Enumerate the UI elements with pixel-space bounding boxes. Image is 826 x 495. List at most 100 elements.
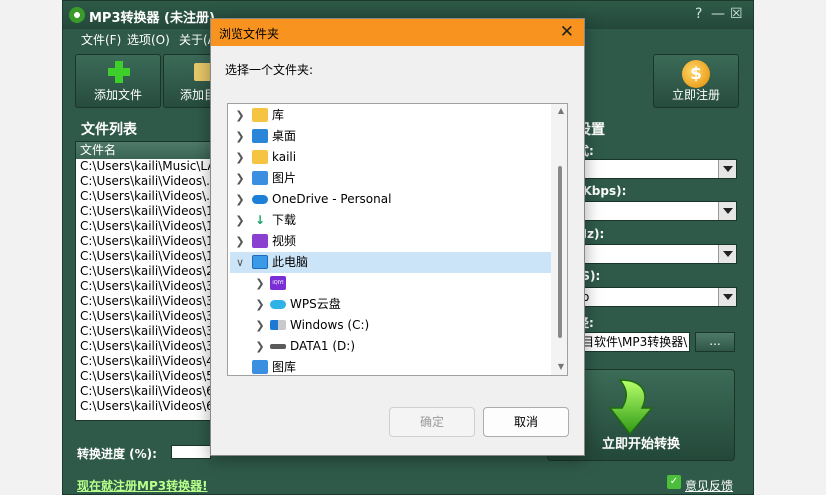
close-icon[interactable]: ✕ xyxy=(560,22,574,42)
file-list-item[interactable]: C:\Users\kaili\Videos\12. xyxy=(76,234,224,249)
videos-icon xyxy=(252,234,268,248)
add-file-button[interactable]: 添加文件 xyxy=(75,54,161,108)
file-list-item[interactable]: C:\Users\kaili\Videos\13. xyxy=(76,249,224,264)
tree-item-label: kaili xyxy=(272,150,297,164)
chevron-right-icon[interactable]: ❯ xyxy=(254,294,266,315)
file-list-item[interactable]: C:\Users\kaili\Videos\.__ xyxy=(76,189,224,204)
file-list-item[interactable]: C:\Users\kaili\Videos\357 xyxy=(76,324,224,339)
file-list-item[interactable]: C:\Users\kaili\Videos\357 xyxy=(76,339,224,354)
chevron-right-icon[interactable]: ❯ xyxy=(234,231,246,252)
chevron-right-icon[interactable]: ❯ xyxy=(234,147,246,168)
tree-item-label: 图片 xyxy=(272,171,297,185)
cancel-button[interactable]: 取消 xyxy=(483,407,569,437)
chevron-right-icon[interactable]: ❯ xyxy=(254,336,266,357)
chevron-down-icon[interactable] xyxy=(718,202,736,220)
file-list-item[interactable]: C:\Users\kaili\Videos\357 xyxy=(76,294,224,309)
chevron-right-icon[interactable]: ❯ xyxy=(234,168,246,189)
windows-drive-icon xyxy=(270,320,286,330)
menu-file[interactable]: 文件(F) xyxy=(81,31,121,48)
close-icon[interactable]: ☒ xyxy=(730,6,743,22)
progress-bar xyxy=(171,445,211,459)
tree-item-wps-cloud[interactable]: ❯ WPS云盘 xyxy=(228,294,548,315)
file-list-item[interactable]: C:\Users\kaili\Videos\432 xyxy=(76,354,224,369)
help-icon[interactable]: ? xyxy=(695,6,702,22)
feedback-check-icon: ✓ xyxy=(667,475,681,489)
tree-scrollbar[interactable]: ▲ ▼ xyxy=(551,104,567,375)
tree-item-onedrive[interactable]: ❯ OneDrive - Personal xyxy=(228,189,548,210)
file-list-item[interactable]: C:\Users\kaili\Videos\50c xyxy=(76,369,224,384)
dialog-title-bar: 浏览文件夹 ✕ xyxy=(211,19,584,46)
wps-cloud-icon xyxy=(270,300,286,309)
hard-drive-icon xyxy=(270,344,286,349)
folder-tree[interactable]: ❯ 库 ❯ 桌面 ❯ kaili ❯ 图片 ❯ OneDrive - Perso… xyxy=(227,103,568,376)
file-list-item[interactable]: C:\Users\kaili\Videos\11. xyxy=(76,219,224,234)
tree-item-downloads[interactable]: ❯ ↓ 下载 xyxy=(228,210,548,231)
chevron-right-icon[interactable]: ❯ xyxy=(234,105,246,126)
tree-item-label: 下载 xyxy=(272,213,297,227)
chevron-right-icon[interactable]: ❯ xyxy=(254,273,266,294)
file-list[interactable]: 文件名 C:\Users\kaili\Music\LAST C:\Users\ka… xyxy=(75,141,225,421)
tree-item-this-pc[interactable]: ∨ 此电脑 xyxy=(228,252,548,273)
computer-monitor-icon xyxy=(252,255,268,269)
tree-item-label: 库 xyxy=(272,108,285,122)
file-list-item[interactable]: C:\Users\kaili\Videos\274 xyxy=(76,264,224,279)
tree-item-drive-d[interactable]: ❯ DATA1 (D:) xyxy=(228,336,548,357)
tree-item-drive-c[interactable]: ❯ Windows (C:) xyxy=(228,315,548,336)
tree-item-iqiyi[interactable]: ❯ iQIYI xyxy=(228,273,548,294)
column-header-filename[interactable]: 文件名 xyxy=(76,142,224,159)
tree-item-desktop[interactable]: ❯ 桌面 xyxy=(228,126,548,147)
samplerate-select[interactable] xyxy=(577,244,737,264)
plus-icon xyxy=(108,61,130,83)
tree-item-label: OneDrive - Personal xyxy=(272,192,392,206)
file-list-item[interactable]: C:\Users\kaili\Videos\10c xyxy=(76,204,224,219)
file-list-rows: C:\Users\kaili\Music\LAST C:\Users\kaili\… xyxy=(76,159,224,414)
tree-item-label: 视频 xyxy=(272,234,297,248)
register-button[interactable]: $ 立即注册 xyxy=(653,54,739,108)
menu-options[interactable]: 选项(O) xyxy=(127,31,170,48)
tree-item-label: Windows (C:) xyxy=(290,318,370,332)
file-list-item[interactable]: C:\Users\kaili\Videos\612 xyxy=(76,399,224,414)
chevron-right-icon[interactable]: ❯ xyxy=(234,210,246,231)
down-arrow-icon xyxy=(608,379,654,436)
chevron-down-icon[interactable] xyxy=(718,160,736,178)
window-title: MP3转换器 (未注册) xyxy=(89,11,215,26)
tree-item-label: DATA1 (D:) xyxy=(290,339,356,353)
app-logo-icon xyxy=(69,7,85,23)
scroll-up-icon[interactable]: ▲ xyxy=(558,106,564,115)
file-list-item[interactable]: C:\Users\kaili\Music\LAST xyxy=(76,159,224,174)
browse-button[interactable]: ... xyxy=(695,332,735,352)
file-list-item[interactable]: C:\Users\kaili\Videos\. xyxy=(76,174,224,189)
add-file-label: 添加文件 xyxy=(93,88,142,102)
output-path-field[interactable]: 目软件\MP3转换器\ xyxy=(577,332,690,352)
channel-select[interactable]: o xyxy=(577,287,737,307)
tree-item-videos[interactable]: ❯ 视频 xyxy=(228,231,548,252)
file-list-item[interactable]: C:\Users\kaili\Videos\324 xyxy=(76,279,224,294)
feedback-link[interactable]: 意见反馈 xyxy=(685,477,733,494)
bitrate-select[interactable] xyxy=(577,201,737,221)
tree-item-label: WPS云盘 xyxy=(290,297,341,311)
desktop-icon xyxy=(252,129,268,143)
pictures-icon xyxy=(252,171,268,185)
ok-button[interactable]: 确定 xyxy=(389,407,475,437)
chevron-down-icon[interactable] xyxy=(718,245,736,263)
chevron-right-icon[interactable]: ❯ xyxy=(234,126,246,147)
scrollbar-thumb[interactable] xyxy=(558,166,562,338)
register-now-link[interactable]: 现在就注册MP3转换器! xyxy=(77,477,208,494)
tree-item-gallery[interactable]: 图库 xyxy=(228,357,548,375)
minimize-icon[interactable]: — xyxy=(711,6,725,22)
chevron-down-icon[interactable] xyxy=(718,288,736,306)
tree-item-kaili[interactable]: ❯ kaili xyxy=(228,147,548,168)
file-list-item[interactable]: C:\Users\kaili\Videos\357 xyxy=(76,309,224,324)
chevron-down-icon[interactable]: ∨ xyxy=(234,252,246,273)
chevron-right-icon[interactable]: ❯ xyxy=(254,315,266,336)
coin-icon: $ xyxy=(682,60,710,88)
scroll-down-icon[interactable]: ▼ xyxy=(558,362,564,371)
file-list-item[interactable]: C:\Users\kaili\Videos\612 xyxy=(76,384,224,399)
format-select[interactable] xyxy=(577,159,737,179)
tree-item-label: 图库 xyxy=(272,360,297,374)
browse-folder-dialog: 浏览文件夹 ✕ 选择一个文件夹: ❯ 库 ❯ 桌面 ❯ kaili ❯ 图片 ❯ xyxy=(210,18,585,456)
chevron-right-icon[interactable]: ❯ xyxy=(234,189,246,210)
tree-item-library[interactable]: ❯ 库 xyxy=(228,105,548,126)
file-list-heading: 文件列表 xyxy=(81,122,137,138)
tree-item-pictures[interactable]: ❯ 图片 xyxy=(228,168,548,189)
